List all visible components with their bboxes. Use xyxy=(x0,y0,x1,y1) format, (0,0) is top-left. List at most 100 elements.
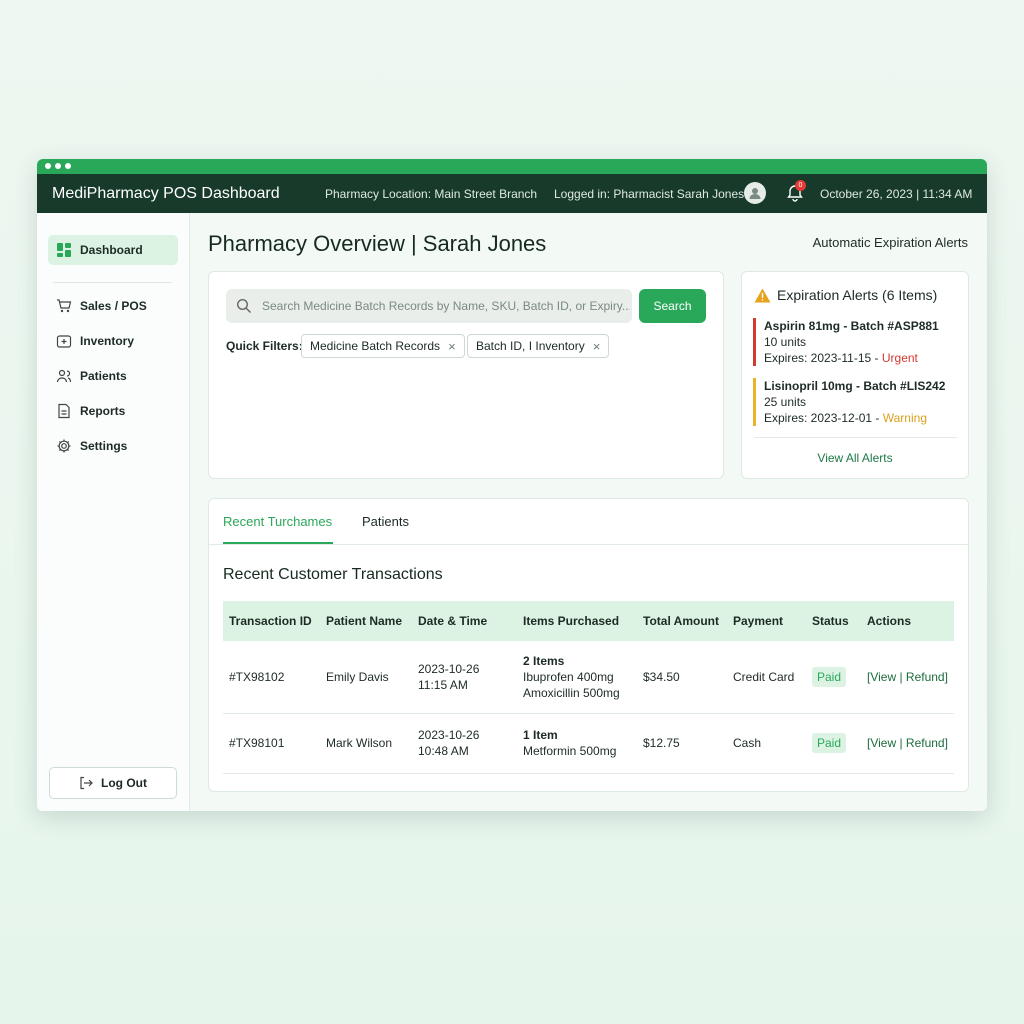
search-input[interactable] xyxy=(260,298,632,314)
alerts-title: Expiration Alerts (6 Items) xyxy=(754,287,937,303)
close-icon[interactable]: × xyxy=(593,339,601,354)
document-icon xyxy=(56,403,72,419)
sidebar-item-inventory[interactable]: Inventory xyxy=(48,326,178,356)
main-content: Pharmacy Overview | Sarah Jones Automati… xyxy=(190,213,987,811)
search-box xyxy=(226,289,632,323)
cart-icon xyxy=(56,298,72,314)
pharmacy-location: Pharmacy Location: Main Street Branch xyxy=(325,186,538,201)
user-icon xyxy=(749,188,761,199)
column-header[interactable]: Date & Time xyxy=(412,601,517,641)
alert-tag-warning: Warning xyxy=(882,411,927,425)
alert-tag-urgent: Urgent xyxy=(881,351,918,365)
alert-name: Lisinopril 10mg - Batch #LIS242 xyxy=(764,379,946,393)
page-title: Pharmacy Overview | Sarah Jones xyxy=(208,231,547,256)
patient-name: Emily Davis xyxy=(320,641,412,714)
column-header[interactable]: Items Purchased xyxy=(517,601,637,641)
filter-chip[interactable]: Medicine Batch Records × xyxy=(301,334,465,358)
filter-chip-label: Medicine Batch Records xyxy=(310,339,441,353)
status-badge: Paid xyxy=(812,733,847,753)
alert-units: 10 units xyxy=(764,335,807,349)
column-header[interactable]: Patient Name xyxy=(320,601,412,641)
sidebar-item-label: Patients xyxy=(80,369,127,383)
filter-chip[interactable]: Batch ID, I Inventory × xyxy=(467,334,610,358)
automatic-expiration-alerts-link[interactable]: Automatic Expiration Alerts xyxy=(813,235,968,250)
quick-filters-label: Quick Filters: xyxy=(226,339,303,353)
current-datetime: October 26, 2023 | 11:34 AM xyxy=(820,186,973,201)
section-title: Recent Customer Transactions xyxy=(223,566,443,583)
tabs-divider xyxy=(209,544,968,545)
status-cell: Paid xyxy=(806,713,861,774)
status-cell: Paid xyxy=(806,641,861,714)
sidebar-item-label: Dashboard xyxy=(80,243,143,257)
row-actions[interactable]: [View | Refund] xyxy=(861,641,954,714)
date-time: 2023-10-26 11:15 AM xyxy=(412,641,517,714)
payment-method: Cash xyxy=(727,713,806,774)
sidebar-divider xyxy=(53,282,172,283)
alerts-title-text: Expiration Alerts (6 Items) xyxy=(777,287,938,303)
filter-chip-label: Batch ID, I Inventory xyxy=(476,339,585,353)
tab-patients[interactable]: Patients xyxy=(362,514,409,529)
column-header[interactable]: Actions xyxy=(861,601,954,641)
window-dot xyxy=(45,163,51,169)
logged-in-user: Logged in: Pharmacist Sarah Jones xyxy=(554,186,745,201)
items-count: 1 Item xyxy=(523,728,558,742)
items-purchased: 2 Items Ibuprofen 400mg Amoxicillin 500mg xyxy=(517,641,637,714)
transaction-id: #TX98101 xyxy=(223,713,320,774)
gear-icon xyxy=(56,438,72,454)
sidebar-item-sales[interactable]: Sales / POS xyxy=(48,291,178,321)
app-window: MediPharmacy POS Dashboard Pharmacy Loca… xyxy=(37,159,987,811)
app-title: MediPharmacy POS Dashboard xyxy=(52,184,280,202)
alerts-divider xyxy=(754,437,957,438)
total-amount: $12.75 xyxy=(637,713,727,774)
top-header: MediPharmacy POS Dashboard Pharmacy Loca… xyxy=(37,174,987,213)
tab-recent-purchases[interactable]: Recent Turchames xyxy=(223,514,332,529)
status-badge: Paid xyxy=(812,666,847,687)
sidebar-item-reports[interactable]: Reports xyxy=(48,396,178,426)
alert-name: Aspirin 81mg - Batch #ASP881 xyxy=(764,319,939,333)
alert-item[interactable]: Lisinopril 10mg - Batch #LIS242 25 units… xyxy=(753,378,964,426)
sidebar-item-label: Inventory xyxy=(80,334,135,348)
table-header-row: Transaction ID Patient Name Date & Time … xyxy=(223,601,954,641)
total-amount: $34.50 xyxy=(637,641,727,714)
notification-badge: 0 xyxy=(795,180,806,191)
close-icon[interactable]: × xyxy=(448,339,456,354)
avatar[interactable] xyxy=(744,182,766,204)
search-icon xyxy=(236,298,252,314)
search-button[interactable]: Search xyxy=(639,289,706,323)
time: 11:15 AM xyxy=(418,677,468,692)
view-all-alerts-link[interactable]: View All Alerts xyxy=(742,451,968,465)
window-dot xyxy=(65,163,71,169)
alert-expiry: Expires: 2023-11-15 - xyxy=(764,351,879,365)
patient-name: Mark Wilson xyxy=(320,713,412,774)
item: Ibuprofen 400mg xyxy=(523,669,614,684)
logout-button[interactable]: Log Out xyxy=(49,767,177,799)
window-dot xyxy=(55,163,61,169)
row-actions[interactable]: [View | Refund] xyxy=(861,713,954,774)
users-icon xyxy=(56,368,72,384)
date-time: 2023-10-26 10:48 AM xyxy=(412,713,517,774)
warning-icon xyxy=(754,288,771,302)
alert-item[interactable]: Aspirin 81mg - Batch #ASP881 10 units Ex… xyxy=(753,318,964,366)
sidebar-item-settings[interactable]: Settings xyxy=(48,431,178,461)
column-header[interactable]: Transaction ID xyxy=(223,601,320,641)
column-header[interactable]: Payment xyxy=(727,601,806,641)
sidebar-item-label: Reports xyxy=(80,404,126,418)
items-purchased: 1 Item Metformin 500mg xyxy=(517,713,637,774)
item: Amoxicillin 500mg xyxy=(523,685,620,700)
item: Metformin 500mg xyxy=(523,744,617,758)
sidebar-item-patients[interactable]: Patients xyxy=(48,361,178,391)
sidebar-item-dashboard[interactable]: Dashboard xyxy=(48,235,178,265)
window-chrome xyxy=(37,159,987,174)
transactions-table: Transaction ID Patient Name Date & Time … xyxy=(223,601,954,774)
sidebar-item-label: Settings xyxy=(80,439,128,453)
items-count: 2 Items xyxy=(523,653,565,668)
date: 2023-10-26 xyxy=(418,728,480,742)
alert-expiry: Expires: 2023-12-01 - xyxy=(764,411,880,425)
column-header[interactable]: Status xyxy=(806,601,861,641)
sidebar: Dashboard Sales / POS Inventory Patients… xyxy=(37,213,190,811)
table-row[interactable]: #TX98101 Mark Wilson 2023-10-26 10:48 AM … xyxy=(223,713,954,774)
payment-method: Credit Card xyxy=(727,641,806,714)
column-header[interactable]: Total Amount xyxy=(637,601,727,641)
box-icon xyxy=(56,333,72,349)
table-row[interactable]: #TX98102 Emily Davis 2023-10-26 11:15 AM … xyxy=(223,641,954,714)
